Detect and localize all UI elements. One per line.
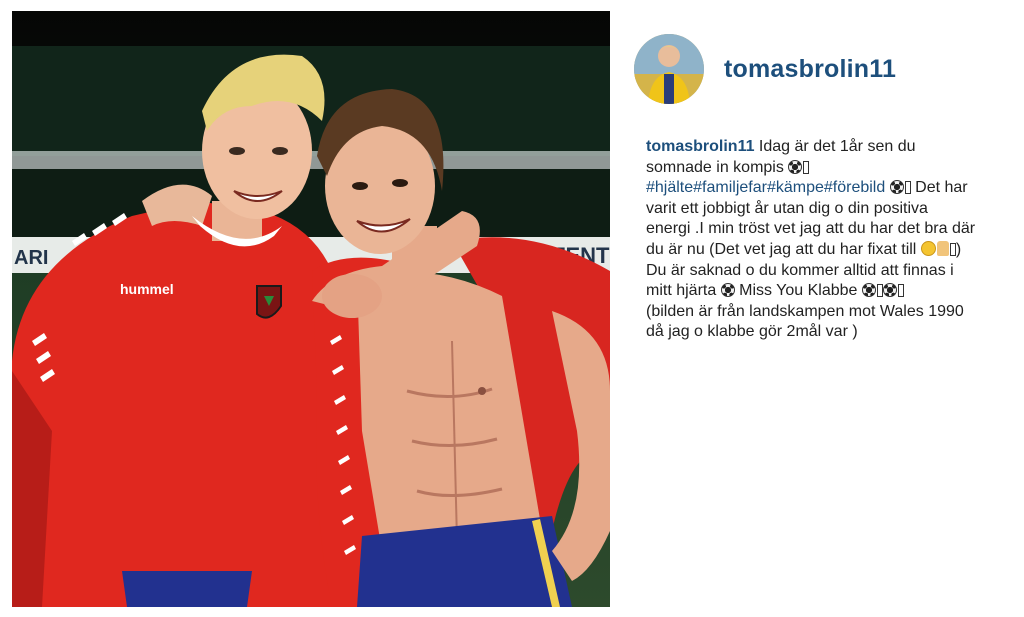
caption-username[interactable]: tomasbrolin11 <box>646 138 754 155</box>
soccer-ball-icon <box>720 283 735 298</box>
avatar-image <box>634 34 704 104</box>
soccer-ball-icon <box>861 283 876 298</box>
soccer-ball-icon <box>882 283 897 298</box>
post-photo[interactable]: FENTER ARI hummel <box>12 11 610 607</box>
caption-hashtags[interactable]: #hjälte#familjefar#kämpe#förebild <box>646 179 885 196</box>
caption-text-4: Miss You Klabbe <box>734 282 862 300</box>
avatar[interactable] <box>634 34 704 104</box>
soccer-ball-icon <box>889 180 904 195</box>
smiley-icon <box>920 240 936 256</box>
jersey-logo-text: hummel <box>120 281 174 297</box>
photo-illustration: FENTER ARI hummel <box>12 11 610 607</box>
thumbs-up-icon <box>936 240 949 256</box>
missing-glyph-icon <box>876 284 883 298</box>
post-header: tomasbrolin11 <box>634 33 1014 105</box>
missing-glyph-icon <box>803 160 810 174</box>
banner-left-text: ARI <box>14 247 48 269</box>
soccer-ball-icon <box>788 159 803 174</box>
username[interactable]: tomasbrolin11 <box>724 55 896 84</box>
post-caption: tomasbrolin11 Idag är det 1år sen du som… <box>646 137 976 343</box>
